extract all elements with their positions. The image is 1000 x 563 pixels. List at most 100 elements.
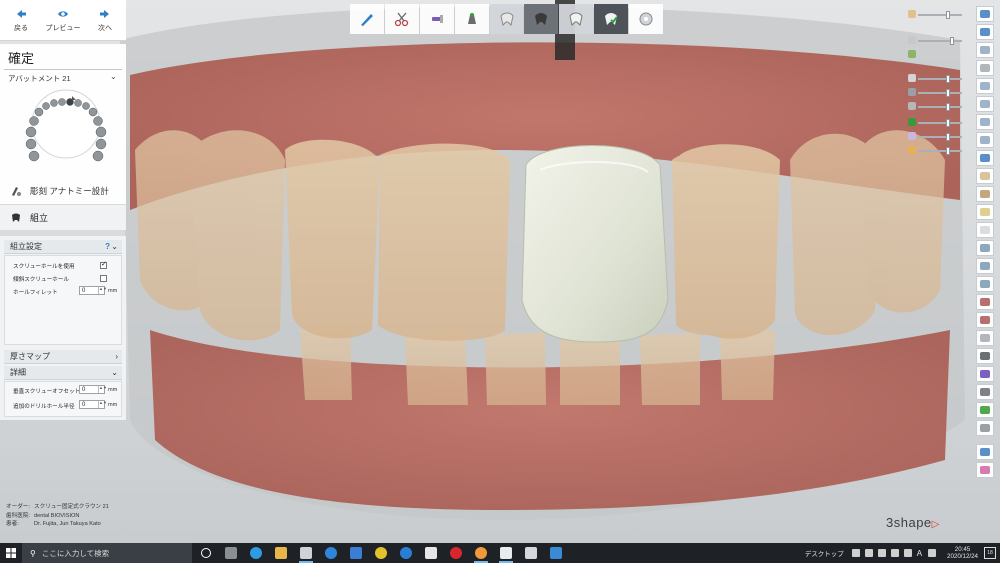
opera-icon[interactable] bbox=[445, 543, 467, 563]
network-icon[interactable] bbox=[864, 549, 873, 557]
view-right-icon[interactable] bbox=[976, 132, 994, 148]
color-icon[interactable] bbox=[976, 366, 994, 382]
help-icon[interactable]: ? bbox=[105, 240, 110, 254]
camera-icon[interactable] bbox=[976, 348, 994, 364]
spinner-icon[interactable]: ▲▼ bbox=[98, 401, 107, 408]
crown-anatomy-step[interactable] bbox=[489, 4, 524, 34]
volume-icon[interactable] bbox=[890, 549, 899, 557]
crown-view-icon[interactable] bbox=[976, 204, 994, 220]
clip-icon[interactable] bbox=[976, 222, 994, 238]
start-button[interactable] bbox=[0, 543, 22, 563]
snapshot-icon[interactable] bbox=[976, 276, 994, 292]
people-icon[interactable] bbox=[851, 549, 860, 557]
slider-thumb[interactable] bbox=[946, 133, 950, 141]
axis-icon[interactable] bbox=[976, 402, 994, 418]
assembly-settings-header[interactable]: 組立設定 ? ⌄ bbox=[4, 240, 122, 254]
slider-thumb[interactable] bbox=[946, 103, 950, 111]
view-top-icon[interactable] bbox=[976, 78, 994, 94]
slider-thumb[interactable] bbox=[950, 37, 954, 45]
fullscreen-icon[interactable] bbox=[976, 24, 994, 40]
view-left-icon[interactable] bbox=[976, 114, 994, 130]
visibility-slider[interactable] bbox=[918, 14, 962, 16]
visibility-slider[interactable] bbox=[918, 78, 962, 80]
visibility-slider[interactable] bbox=[918, 122, 962, 124]
hole-fillet-input[interactable]: 0 ▲▼ bbox=[79, 286, 107, 295]
chevron-down-icon[interactable]: ⌄ bbox=[110, 72, 117, 81]
ie-icon[interactable] bbox=[320, 543, 342, 563]
slider-thumb[interactable] bbox=[946, 119, 950, 127]
view-bottom-icon[interactable] bbox=[976, 96, 994, 112]
visibility-row[interactable] bbox=[906, 10, 970, 20]
screen-icon[interactable] bbox=[976, 330, 994, 346]
teamviewer-icon[interactable] bbox=[395, 543, 417, 563]
preview-button[interactable]: プレビュー bbox=[42, 0, 84, 40]
ime-indicator[interactable]: A bbox=[917, 549, 922, 558]
measure-icon[interactable] bbox=[976, 186, 994, 202]
back-button[interactable]: 戻る bbox=[0, 0, 42, 40]
dental-app-icon[interactable] bbox=[295, 543, 317, 563]
slider-thumb[interactable] bbox=[946, 11, 950, 19]
orange-app-icon[interactable] bbox=[470, 543, 492, 563]
3d-viewport[interactable] bbox=[0, 0, 1000, 543]
thickness-map-header[interactable]: 厚さマップ › bbox=[4, 350, 122, 364]
use-screw-hole-checkbox[interactable] bbox=[100, 260, 107, 269]
visibility-row[interactable] bbox=[906, 118, 970, 128]
chrome-icon[interactable] bbox=[370, 543, 392, 563]
cross-section-icon[interactable] bbox=[976, 240, 994, 256]
edge-icon[interactable] bbox=[245, 543, 267, 563]
view-rotate-icon[interactable] bbox=[976, 60, 994, 76]
visibility-row[interactable] bbox=[906, 36, 970, 46]
scan-step[interactable] bbox=[384, 4, 419, 34]
cortana-icon[interactable] bbox=[195, 543, 217, 563]
save-step[interactable] bbox=[629, 4, 664, 34]
close-icon[interactable] bbox=[976, 6, 994, 22]
sculpt-anatomy-step[interactable]: 彫刻 アナトミー設計 bbox=[0, 180, 126, 202]
next-button[interactable]: 次へ bbox=[84, 0, 126, 40]
visibility-row[interactable] bbox=[906, 146, 970, 156]
view-back-icon[interactable] bbox=[976, 150, 994, 166]
battery-icon[interactable] bbox=[877, 549, 886, 557]
dental-scan-render[interactable] bbox=[0, 0, 1000, 543]
margin-line-step[interactable] bbox=[350, 4, 384, 34]
visibility-row[interactable] bbox=[906, 50, 970, 60]
tooth-selector-label[interactable]: アバットメント 21 bbox=[8, 73, 71, 84]
app-icon[interactable] bbox=[420, 543, 442, 563]
spinner-icon[interactable]: ▲▼ bbox=[98, 287, 107, 294]
slider-thumb[interactable] bbox=[946, 89, 950, 97]
tooth-chart[interactable] bbox=[14, 84, 114, 170]
display-icon[interactable] bbox=[903, 549, 912, 557]
visibility-slider[interactable] bbox=[918, 92, 962, 94]
tooth-view-icon[interactable] bbox=[976, 168, 994, 184]
color-wheel-icon[interactable] bbox=[976, 462, 994, 478]
tooth-app-icon[interactable] bbox=[520, 543, 542, 563]
visibility-row[interactable] bbox=[906, 102, 970, 112]
drill-radius-input[interactable]: 0 ▲▼ bbox=[79, 400, 107, 409]
visibility-slider[interactable] bbox=[918, 40, 962, 42]
occlusion-icon[interactable] bbox=[976, 312, 994, 328]
desktop-toolbar-label[interactable]: デスクトップ bbox=[805, 548, 844, 558]
notification-center-icon[interactable]: 18 bbox=[984, 547, 996, 559]
visibility-row[interactable] bbox=[906, 132, 970, 142]
grid-icon[interactable] bbox=[976, 258, 994, 274]
distance-icon[interactable] bbox=[976, 420, 994, 436]
assembly-toolbar-step[interactable] bbox=[559, 4, 594, 34]
visibility-row[interactable] bbox=[906, 88, 970, 98]
assembly-step[interactable]: 組立 bbox=[0, 204, 126, 230]
angled-screw-hole-checkbox[interactable] bbox=[100, 275, 107, 282]
tooth-app-icon[interactable] bbox=[495, 543, 517, 563]
view-front-icon[interactable] bbox=[976, 42, 994, 58]
insertion-step[interactable] bbox=[419, 4, 454, 34]
taskbar-search[interactable]: ⚲ ここに入力して検索 bbox=[22, 543, 192, 563]
compare-icon[interactable] bbox=[976, 294, 994, 310]
visibility-row[interactable] bbox=[906, 74, 970, 84]
model-icon[interactable] bbox=[976, 444, 994, 460]
file-explorer-icon[interactable] bbox=[270, 543, 292, 563]
shade-icon[interactable] bbox=[976, 384, 994, 400]
details-header[interactable]: 詳細 ⌄ bbox=[4, 366, 122, 380]
clock[interactable]: 20:45 2020/12/24 bbox=[947, 546, 978, 561]
photos-icon[interactable] bbox=[545, 543, 567, 563]
slider-thumb[interactable] bbox=[946, 147, 950, 155]
visibility-slider[interactable] bbox=[918, 106, 962, 108]
spinner-icon[interactable]: ▲▼ bbox=[98, 386, 107, 393]
abutment-step[interactable] bbox=[454, 4, 489, 34]
